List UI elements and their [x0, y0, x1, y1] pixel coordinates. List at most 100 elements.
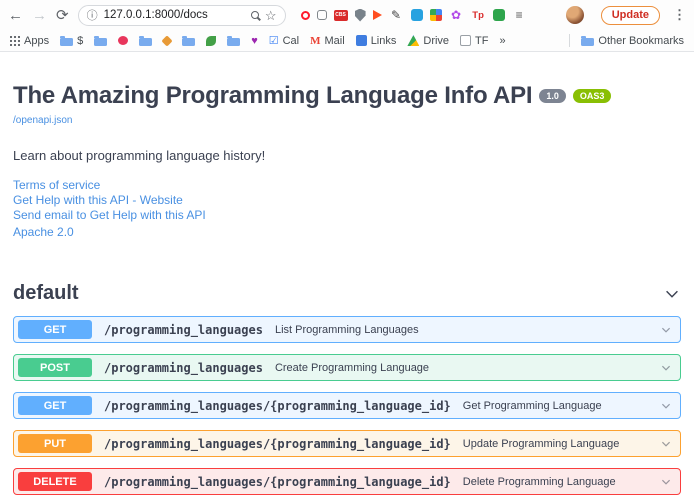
bookmark-label: Mail [325, 35, 345, 47]
endpoint-path: /programming_languages/{programming_lang… [104, 437, 451, 451]
bookmark-label: Links [371, 35, 397, 47]
page-title: The Amazing Programming Language Info AP… [13, 82, 532, 110]
bookmark-item[interactable]: » [500, 35, 506, 47]
method-badge: GET [18, 396, 92, 415]
method-badge: GET [18, 320, 92, 339]
folder-icon [182, 38, 195, 46]
site-info-icon[interactable]: ⓘ [87, 7, 98, 23]
method-badge: DELETE [18, 472, 92, 491]
bookmark-item[interactable] [163, 37, 171, 45]
bookmark-item[interactable]: TF [460, 35, 488, 47]
endpoint-path: /programming_languages/{programming_lang… [104, 399, 451, 413]
chevron-down-icon[interactable] [660, 324, 672, 336]
bookmark-label: Cal [283, 35, 300, 47]
chevron-down-icon[interactable] [660, 362, 672, 374]
folder-icon [581, 38, 594, 46]
square-extension-icon[interactable] [317, 10, 327, 20]
pencil-extension-icon[interactable]: ✎ [389, 8, 404, 23]
bookmarks-bar: Apps $ Cal Mail Links Drive TF » Other Bookmark… [0, 30, 694, 52]
blue-extension-icon[interactable] [411, 9, 423, 21]
bookmark-item[interactable]: Mail [310, 35, 345, 47]
back-icon[interactable]: ← [8, 8, 23, 23]
url-text[interactable]: 127.0.0.1:8000/docs [104, 9, 245, 21]
list-extension-icon[interactable]: ≡ [512, 8, 527, 23]
arrow-extension-icon[interactable] [373, 10, 382, 20]
endpoint-row[interactable]: DELETE /programming_languages/{programmi… [13, 468, 681, 495]
links-icon [356, 35, 367, 46]
endpoint-row[interactable]: PUT /programming_languages/{programming_… [13, 430, 681, 457]
chevron-down-icon[interactable] [663, 285, 681, 303]
chevron-down-icon[interactable] [660, 476, 672, 488]
shield-extension-icon[interactable] [355, 9, 366, 22]
swagger-page: The Amazing Programming Language Info AP… [0, 52, 694, 495]
email-help-link[interactable]: Send email to Get Help with this API [13, 208, 681, 223]
openapi-json-link[interactable]: /openapi.json [13, 115, 73, 126]
update-button[interactable]: Update [601, 6, 660, 25]
endpoint-summary: Delete Programming Language [463, 476, 616, 488]
bookmark-item[interactable] [227, 36, 240, 46]
lips-icon [118, 36, 128, 45]
endpoint-summary: Update Programming Language [463, 438, 620, 450]
profile-avatar[interactable] [566, 6, 584, 24]
grid-extension-icon[interactable] [430, 9, 442, 21]
bookmark-item[interactable]: $ [60, 35, 83, 47]
notes-extension-icon[interactable] [493, 9, 505, 21]
folder-icon [139, 38, 152, 46]
terms-of-service-link[interactable]: Terms of service [13, 178, 681, 193]
bookmark-item[interactable] [251, 35, 258, 47]
endpoint-row[interactable]: GET /programming_languages List Programm… [13, 316, 681, 343]
endpoint-row[interactable]: GET /programming_languages/{programming_… [13, 392, 681, 419]
cbs-extension-icon[interactable]: CBS [334, 10, 348, 21]
bookmark-item[interactable] [182, 36, 195, 46]
endpoints-list: GET /programming_languages List Programm… [13, 316, 681, 495]
other-bookmarks[interactable]: Other Bookmarks [581, 35, 684, 47]
api-description: Learn about programming language history… [13, 148, 681, 163]
opera-extension-icon[interactable] [301, 11, 310, 20]
address-bar[interactable]: ⓘ 127.0.0.1:8000/docs ☆ [78, 5, 286, 26]
bookmarks-items: Apps $ Cal Mail Links Drive TF » [10, 34, 506, 47]
drive-icon [407, 35, 419, 46]
bookmark-label: Drive [423, 35, 449, 47]
oas3-badge: OAS3 [573, 89, 612, 104]
extensions-area: CBS ✎ ✿ Tp ≡ [301, 8, 557, 23]
method-badge: POST [18, 358, 92, 377]
bookmark-item[interactable] [118, 36, 128, 45]
tf-icon [460, 35, 471, 46]
browser-toolbar: ← → ⟳ ⓘ 127.0.0.1:8000/docs ☆ CBS ✎ ✿ Tp ≡ U… [0, 0, 694, 30]
endpoint-summary: List Programming Languages [275, 324, 419, 336]
tp-extension-icon[interactable]: Tp [471, 8, 486, 23]
leaf-icon [206, 36, 216, 46]
license-link[interactable]: Apache 2.0 [13, 225, 681, 240]
forward-icon[interactable]: → [32, 8, 47, 23]
check-icon [269, 34, 279, 47]
endpoint-path: /programming_languages [104, 361, 263, 375]
bookmark-star-icon[interactable]: ☆ [265, 9, 277, 22]
bookmark-item[interactable]: Links [356, 35, 397, 47]
reload-icon[interactable]: ⟳ [56, 8, 69, 23]
endpoint-path: /programming_languages/{programming_lang… [104, 475, 451, 489]
bookmark-item[interactable] [139, 36, 152, 46]
website-help-link[interactable]: Get Help with this API - Website [13, 193, 681, 208]
zoom-icon[interactable] [251, 11, 259, 19]
section-title: default [13, 282, 79, 305]
bookmark-item[interactable] [94, 36, 107, 46]
bookmark-label: $ [77, 35, 83, 47]
browser-chrome: ← → ⟳ ⓘ 127.0.0.1:8000/docs ☆ CBS ✎ ✿ Tp ≡ U… [0, 0, 694, 52]
bookmark-label: Apps [24, 35, 49, 47]
bookmark-item[interactable]: Drive [407, 35, 449, 47]
folder-icon [94, 38, 107, 46]
bookmark-item[interactable] [206, 36, 216, 46]
default-section-header[interactable]: default [13, 282, 681, 305]
flower-extension-icon[interactable]: ✿ [449, 8, 464, 23]
chevron-down-icon[interactable] [660, 400, 672, 412]
grid-icon [10, 36, 20, 46]
endpoint-row[interactable]: POST /programming_languages Create Progr… [13, 354, 681, 381]
folder-icon [60, 38, 73, 46]
bookmarks-divider [569, 34, 570, 47]
browser-menu-icon[interactable]: ⋮ [673, 7, 686, 23]
folder-icon [227, 38, 240, 46]
endpoint-summary: Get Programming Language [463, 400, 602, 412]
chevron-down-icon[interactable] [660, 438, 672, 450]
bookmark-item[interactable]: Cal [269, 34, 299, 47]
bookmark-item[interactable]: Apps [10, 35, 49, 47]
